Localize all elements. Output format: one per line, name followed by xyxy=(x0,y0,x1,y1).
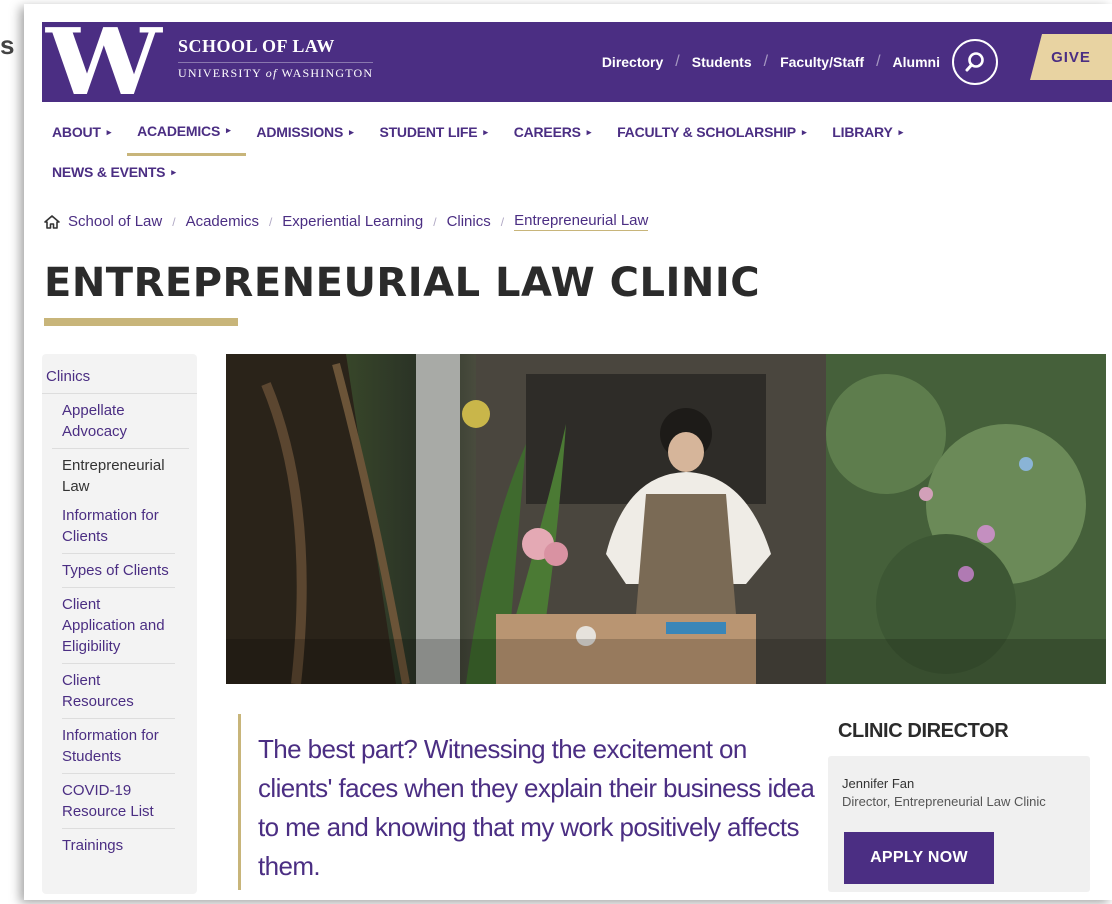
sidebar-item-appellate-advocacy[interactable]: Appellate Advocacy xyxy=(52,394,189,449)
nav-item-faculty-scholarship[interactable]: FACULTY & SCHOLARSHIP ▸ xyxy=(607,108,822,156)
clinic-director-heading: CLINIC DIRECTOR xyxy=(838,720,1009,742)
apply-now-button[interactable]: APPLY NOW xyxy=(844,832,994,884)
search-icon xyxy=(965,52,984,72)
sidebar-item-entrepreneurial-law[interactable]: Entrepreneurial Law xyxy=(52,449,189,499)
sidebar-item-information-for-students[interactable]: Information for Students xyxy=(62,719,175,774)
home-icon[interactable] xyxy=(44,214,60,229)
title-underline xyxy=(44,318,238,326)
breadcrumb-separator: / xyxy=(433,214,437,229)
breadcrumb-academics[interactable]: Academics xyxy=(186,213,259,230)
sidebar-item-clinics[interactable]: Clinics xyxy=(42,354,197,394)
link-separator: / xyxy=(876,53,881,70)
site-header: W SCHOOL OF LAW UNIVERSITY of WASHINGTON… xyxy=(42,16,1112,108)
link-faculty-staff[interactable]: Faculty/Staff xyxy=(780,54,864,70)
breadcrumb-clinics[interactable]: Clinics xyxy=(447,213,491,230)
nav-item-library[interactable]: LIBRARY ▸ xyxy=(822,108,919,156)
school-wordmark[interactable]: SCHOOL OF LAW UNIVERSITY of WASHINGTON xyxy=(178,36,374,81)
school-name: SCHOOL OF LAW xyxy=(178,36,335,56)
caret-right-icon: ▸ xyxy=(226,125,231,135)
pull-quote: The best part? Witnessing the excitement… xyxy=(258,734,815,881)
nav-item-academics[interactable]: ACADEMICS ▸ xyxy=(127,108,247,156)
page-title: ENTREPRENEURIAL LAW CLINIC xyxy=(44,260,761,306)
director-title: Director, Entrepreneurial Law Clinic xyxy=(842,794,1046,809)
breadcrumb-separator: / xyxy=(172,214,176,229)
sidebar-item-information-for-clients[interactable]: Information for Clients xyxy=(62,499,175,554)
uw-logo[interactable]: W xyxy=(46,16,167,108)
breadcrumb-school-of-law[interactable]: School of Law xyxy=(68,213,162,230)
sidebar-item-client-application[interactable]: Client Application and Eligibility xyxy=(62,588,175,664)
nav-item-careers[interactable]: CAREERS ▸ xyxy=(504,108,607,156)
utility-links: Directory / Students / Faculty/Staff / A… xyxy=(602,22,998,102)
browser-viewport: W SCHOOL OF LAW UNIVERSITY of WASHINGTON… xyxy=(24,4,1112,900)
caret-right-icon: ▸ xyxy=(349,126,354,137)
nav-item-student-life[interactable]: STUDENT LIFE ▸ xyxy=(369,108,503,156)
breadcrumb-separator: / xyxy=(500,214,505,229)
link-separator: / xyxy=(675,53,680,70)
search-button[interactable] xyxy=(952,39,998,85)
sidebar-item-client-resources[interactable]: Client Resources xyxy=(62,664,175,719)
breadcrumb-experiential-learning[interactable]: Experiential Learning xyxy=(282,213,423,230)
link-students[interactable]: Students xyxy=(692,54,752,70)
give-button[interactable]: GIVE xyxy=(1030,34,1112,80)
caret-right-icon: ▸ xyxy=(898,126,904,137)
link-alumni[interactable]: Alumni xyxy=(893,54,940,70)
breadcrumb-current: Entrepreneurial Law xyxy=(514,212,649,231)
director-card: Jennifer Fan Director, Entrepreneurial L… xyxy=(828,756,1090,892)
sidebar-item-trainings[interactable]: Trainings xyxy=(62,829,175,862)
nav-item-admissions[interactable]: ADMISSIONS ▸ xyxy=(246,108,369,156)
sidebar-nav: Clinics Appellate Advocacy Entrepreneuri… xyxy=(42,354,197,894)
link-separator: / xyxy=(763,53,769,70)
quote-accent-bar xyxy=(238,714,241,890)
nav-item-news-events[interactable]: NEWS & EVENTS ▸ xyxy=(42,156,192,196)
hero-image xyxy=(226,354,1106,684)
sidebar-item-types-of-clients[interactable]: Types of Clients xyxy=(62,554,175,588)
breadcrumb-separator: / xyxy=(268,214,273,229)
caret-right-icon: ▸ xyxy=(171,166,176,177)
main-navigation: ABOUT ▸ ACADEMICS ▸ ADMISSIONS ▸ STUDENT LI… xyxy=(42,108,1102,196)
caret-right-icon: ▸ xyxy=(586,126,592,137)
sidebar-item-covid-19-resource-list[interactable]: COVID-19 Resource List xyxy=(62,774,175,829)
breadcrumb: School of Law / Academics / Experiential… xyxy=(44,212,649,231)
link-directory[interactable]: Directory xyxy=(602,54,663,70)
caret-right-icon: ▸ xyxy=(483,126,488,137)
caret-right-icon: ▸ xyxy=(106,126,112,137)
nav-item-about[interactable]: ABOUT ▸ xyxy=(42,108,127,156)
director-name: Jennifer Fan xyxy=(842,776,915,791)
university-name: UNIVERSITY of WASHINGTON xyxy=(178,62,374,81)
cropped-edge-text: s xyxy=(0,30,15,60)
caret-right-icon: ▸ xyxy=(801,126,807,137)
